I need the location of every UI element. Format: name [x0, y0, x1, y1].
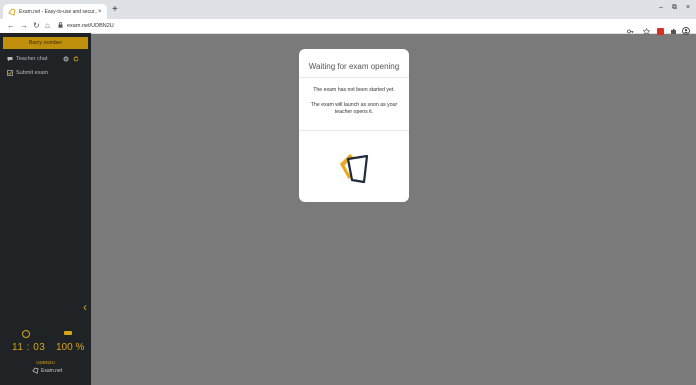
- clock-icon: [22, 330, 30, 338]
- battery-icon: [64, 331, 72, 335]
- exam-net-favicon-icon: [8, 7, 16, 16]
- submit-exam-label: Submit exam: [16, 70, 49, 76]
- browser-tab-bar: Exam.net - Easy-to-use and secur... × + …: [0, 0, 696, 19]
- modal-divider: [299, 130, 409, 131]
- close-window-button[interactable]: ×: [686, 4, 690, 11]
- profile-avatar-icon[interactable]: [682, 22, 690, 35]
- chat-icon: [7, 56, 13, 62]
- lock-icon: [58, 22, 63, 30]
- extensions-puzzle-icon[interactable]: [670, 22, 677, 34]
- waiting-modal: Waiting for exam opening The exam has no…: [299, 49, 409, 202]
- modal-info-text: The exam will launch as soon as your tea…: [310, 102, 398, 115]
- collapse-sidebar-chevron-icon[interactable]: ‹: [83, 301, 87, 313]
- key-icon[interactable]: [627, 22, 634, 34]
- teacher-chat-label: Teacher chat: [16, 56, 48, 62]
- exam-code: UDBN2U: [36, 360, 55, 365]
- submit-exam-item[interactable]: Submit exam: [7, 70, 48, 76]
- brand-label: Exam.net: [41, 367, 63, 374]
- checkbox-icon: [7, 70, 13, 76]
- battery-percent: 100 %: [56, 342, 85, 353]
- forward-icon[interactable]: →: [20, 21, 28, 30]
- exam-net-brand: Exam.net: [32, 367, 62, 374]
- address-bar: ← → ↻ ⌂ exam.net/UDBN2U: [0, 19, 696, 36]
- browser-tab[interactable]: Exam.net - Easy-to-use and secur... ×: [3, 4, 107, 19]
- tab-title: Exam.net - Easy-to-use and secur...: [19, 8, 97, 15]
- clock-time: 11 : 03: [12, 342, 46, 353]
- exam-net-logo-icon: [336, 149, 372, 185]
- home-icon[interactable]: ⌂: [45, 21, 50, 30]
- exam-sidebar: Barry nomber Teacher chat Submit exam ‹ …: [0, 33, 91, 385]
- minimize-button[interactable]: –: [659, 4, 663, 11]
- modal-title: Waiting for exam opening: [308, 62, 400, 71]
- extension-pdf-icon[interactable]: [657, 22, 664, 35]
- exam-net-logo-icon: [32, 367, 39, 374]
- teacher-chat-item[interactable]: Teacher chat: [7, 56, 82, 62]
- url-text: exam.net/UDBN2U: [67, 23, 114, 29]
- settings-gear-icon[interactable]: [63, 56, 69, 62]
- maximize-button[interactable]: ⧉: [672, 4, 677, 12]
- student-name-badge: Barry nomber: [3, 37, 88, 49]
- back-icon[interactable]: ←: [7, 21, 15, 30]
- url-field[interactable]: exam.net/UDBN2U: [58, 21, 114, 31]
- reload-icon[interactable]: ↻: [33, 21, 40, 30]
- tab-close-icon[interactable]: ×: [98, 9, 102, 15]
- refresh-icon[interactable]: [73, 56, 79, 62]
- new-tab-button[interactable]: +: [112, 5, 118, 15]
- modal-status-text: The exam has not been started yet.: [313, 87, 395, 93]
- modal-divider: [299, 77, 409, 78]
- bookmark-star-icon[interactable]: [642, 22, 651, 36]
